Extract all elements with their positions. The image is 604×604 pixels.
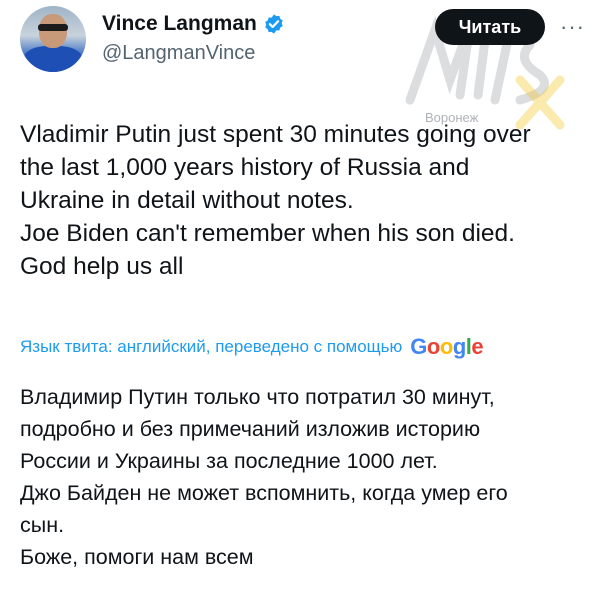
verified-badge-icon (265, 14, 283, 34)
google-logo: Google (410, 334, 484, 359)
author-name[interactable]: Vince Langman (102, 12, 257, 36)
more-horizontal-icon[interactable]: ··· (560, 14, 585, 40)
follow-button[interactable]: Читать (435, 9, 545, 45)
translation-line: Джо Байден не может вспомнить, когда уме… (20, 481, 508, 505)
tweet-line: Vladimir Putin just spent 30 minutes goi… (20, 121, 531, 148)
tweet-line: God help us all (20, 253, 184, 280)
translation-line: подробно и без примечаний изложив истори… (20, 417, 481, 441)
avatar-shirt (24, 46, 82, 72)
author-avatar[interactable] (20, 6, 86, 72)
tweet-line: Joe Biden can't remember when his son di… (20, 220, 515, 247)
tweet-line: the last 1,000 years history of Russia a… (20, 154, 470, 181)
author-name-row[interactable]: Vince Langman (102, 12, 285, 36)
translation-notice-text[interactable]: Язык твита: английский, переведено с пом… (20, 337, 402, 357)
translation-line: Владимир Путин только что потратил 30 ми… (20, 385, 495, 409)
translation-line: сын. (20, 513, 65, 537)
avatar-glasses (38, 24, 68, 31)
translation-line: Боже, помоги нам всем (20, 545, 254, 569)
author-handle[interactable]: @LangmanVince (102, 42, 255, 65)
tweet-text: Vladimir Putin just spent 30 minutes goi… (20, 118, 590, 283)
translation-line: России и Украины за последние 1000 лет. (20, 449, 438, 473)
translated-text: Владимир Путин только что потратил 30 ми… (20, 381, 590, 573)
avatar-face (39, 14, 67, 48)
translation-notice[interactable]: Язык твита: английский, переведено с пом… (20, 334, 484, 360)
tweet-line: Ukraine in detail without notes. (20, 187, 354, 214)
